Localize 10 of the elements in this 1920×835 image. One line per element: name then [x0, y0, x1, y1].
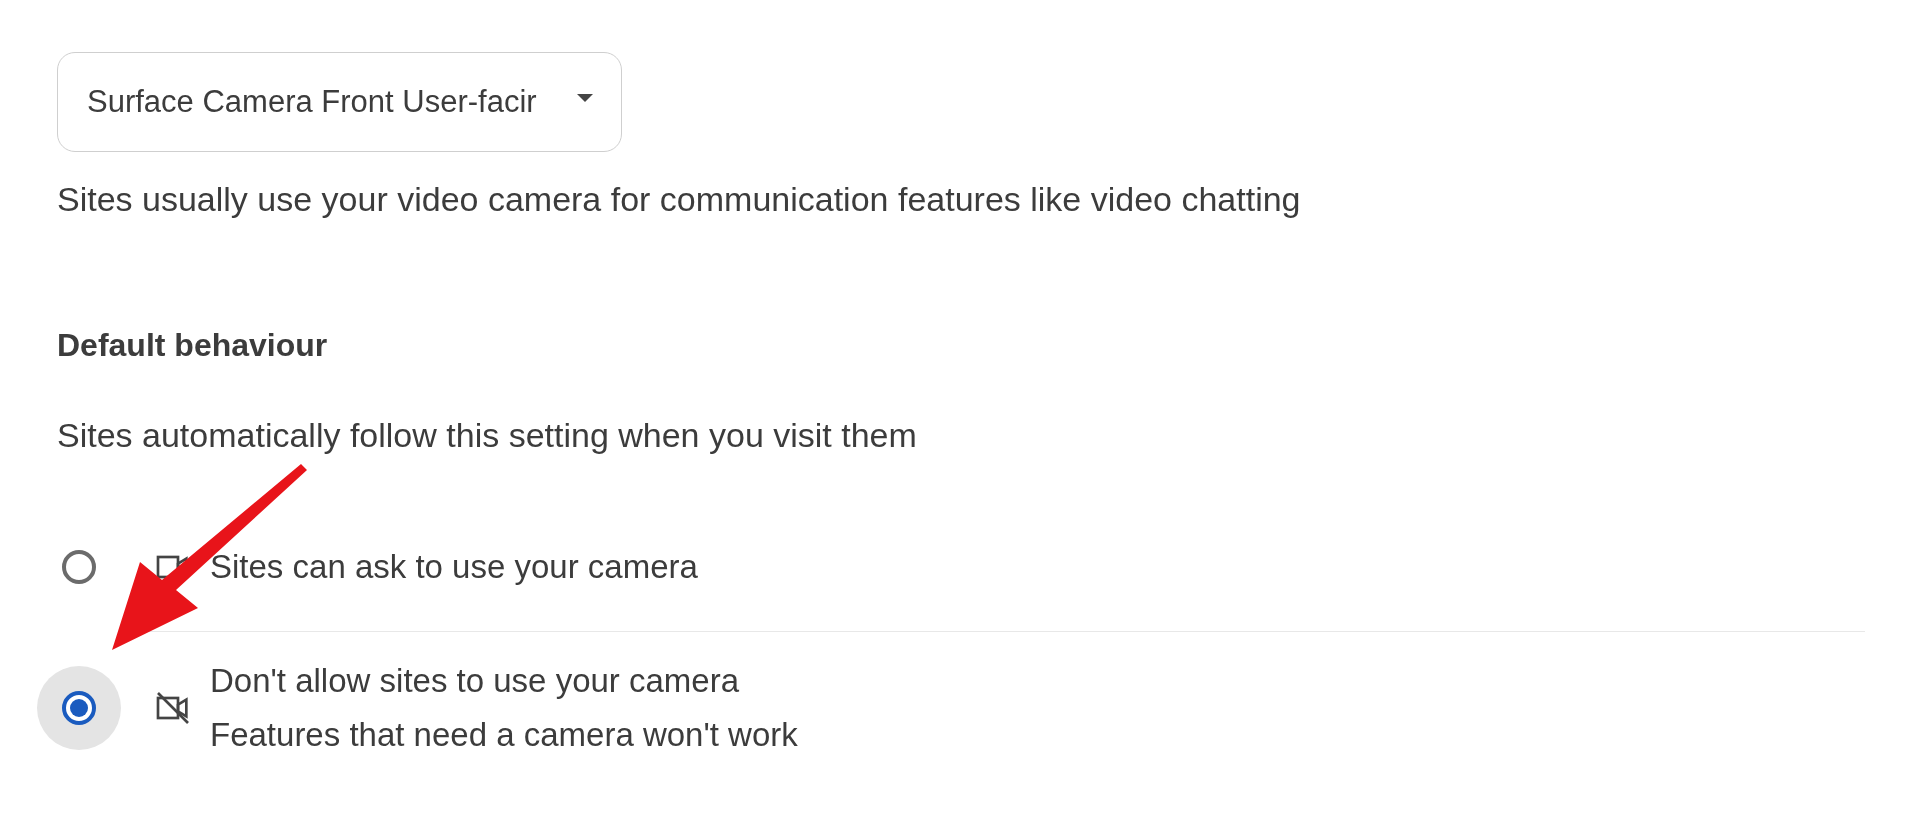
section-subtitle: Sites automatically follow this setting when you visit them [57, 416, 918, 455]
section-heading: Default behaviour [57, 327, 329, 364]
option-label: Sites can ask to use your camera [210, 548, 698, 586]
radio-button[interactable] [62, 550, 96, 584]
caret-icon [577, 94, 593, 102]
camera-dropdown[interactable]: Surface Camera Front User-facir [57, 52, 622, 152]
option-label: Don't allow sites to use your camera [210, 662, 741, 700]
description-text: Sites usually use your video camera for communication features like video chatting [57, 180, 1302, 219]
option-description: Features that need a camera won't work [210, 716, 798, 754]
radio-button[interactable] [62, 691, 96, 725]
